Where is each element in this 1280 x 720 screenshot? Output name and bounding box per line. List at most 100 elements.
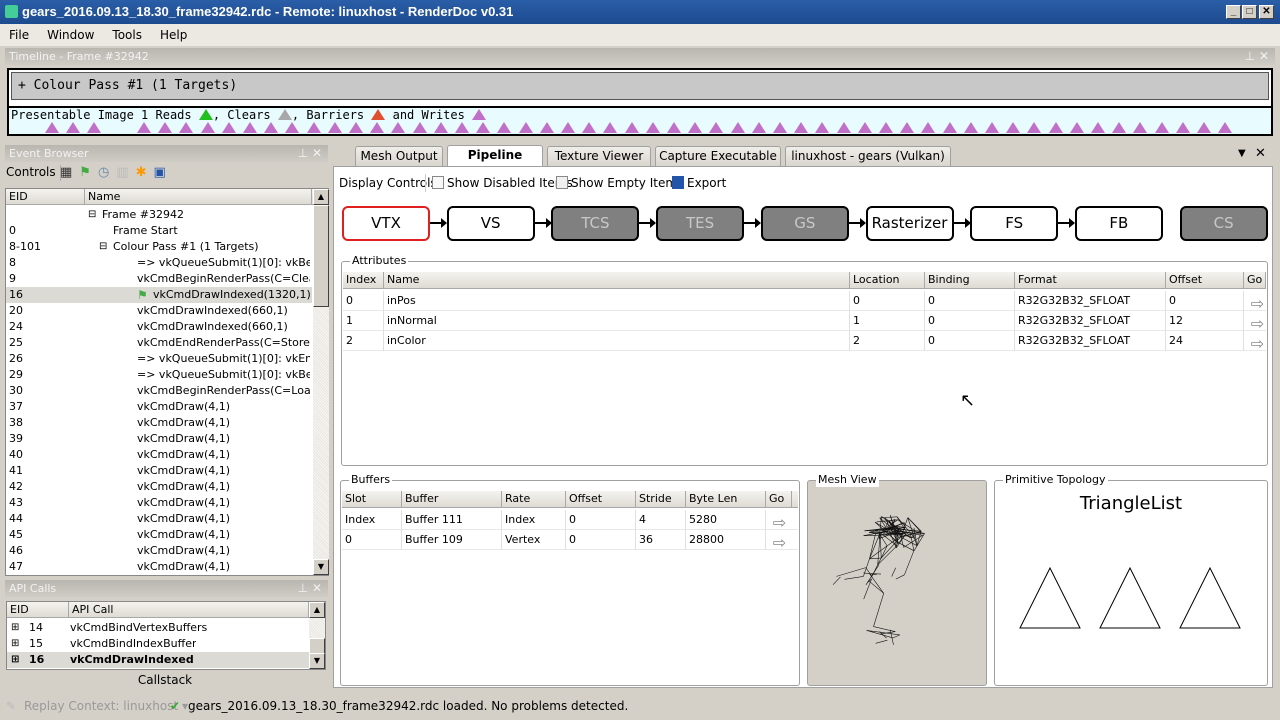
minimize-button[interactable]: _: [1226, 5, 1241, 19]
scroll-up-button[interactable]: ▲: [313, 189, 329, 205]
replay-context-dropdown[interactable]: Replay Context: linuxhost ▾: [24, 696, 188, 716]
stage-vs[interactable]: VS: [446, 206, 535, 241]
attribute-col-location[interactable]: Location: [850, 272, 925, 289]
expand-toggle-icon[interactable]: ⊞: [11, 620, 19, 636]
api-scrollbar[interactable]: ▲ ▼: [309, 602, 325, 669]
scroll-down-button[interactable]: ▼: [313, 559, 329, 575]
dock-buttons[interactable]: ⊥ ✕: [298, 145, 322, 162]
columns-icon[interactable]: ▥: [116, 165, 135, 180]
expand-toggle-icon[interactable]: ⊟: [99, 239, 107, 255]
event-row[interactable]: 16 ⚑ vkCmdDrawIndexed(1320,1): [6, 287, 312, 303]
save-icon[interactable]: ▣: [154, 165, 173, 180]
event-row[interactable]: 29 => vkQueueSubmit(1)[0]: vkBegi...: [6, 367, 312, 383]
attribute-row[interactable]: 1 inNormal 1 0 R32G32B32_SFLOAT 12 ⇨: [343, 311, 1266, 333]
find-icon[interactable]: ▦: [60, 165, 79, 180]
buffer-col-byte-len[interactable]: Byte Len: [686, 491, 766, 508]
event-row[interactable]: 45 vkCmdDraw(4,1): [6, 527, 312, 543]
buffer-row[interactable]: Index Buffer 111 Index 0 4 5280 ⇨: [342, 510, 798, 532]
event-row[interactable]: 40 vkCmdDraw(4,1): [6, 447, 312, 463]
buffer-col-rate[interactable]: Rate: [502, 491, 566, 508]
event-row[interactable]: 26 => vkQueueSubmit(1)[0]: vkEnd...: [6, 351, 312, 367]
event-row[interactable]: 25 vkCmdEndRenderPass(C=Store, ...: [6, 335, 312, 351]
event-row[interactable]: 30 vkCmdBeginRenderPass(C=Load, ...: [6, 383, 312, 399]
stage-tcs[interactable]: TCS: [551, 206, 640, 241]
dock-buttons[interactable]: ⊥ ✕: [1245, 48, 1269, 65]
event-row[interactable]: 8-101 ⊟ Colour Pass #1 (1 Targets): [6, 239, 312, 255]
event-row[interactable]: 46 vkCmdDraw(4,1): [6, 543, 312, 559]
scroll-thumb[interactable]: [313, 205, 329, 307]
column-eid[interactable]: EID: [7, 602, 69, 618]
tab-pipeline-state[interactable]: Pipeline State: [447, 145, 543, 181]
attribute-col-name[interactable]: Name: [384, 272, 850, 289]
scroll-down-button[interactable]: ▼: [309, 653, 325, 669]
event-row[interactable]: 24 vkCmdDrawIndexed(660,1): [6, 319, 312, 335]
column-eid[interactable]: EID: [6, 189, 85, 205]
menu-tools[interactable]: Tools: [103, 24, 151, 42]
event-row[interactable]: 47 vkCmdDraw(4,1): [6, 559, 312, 575]
timeline-bar[interactable]: + Colour Pass #1 (1 Targets) Presentable…: [7, 68, 1273, 136]
expand-toggle-icon[interactable]: ⊞: [11, 652, 19, 668]
api-call-row[interactable]: ⊞ 14 vkCmdBindVertexBuffers: [7, 620, 309, 636]
event-row[interactable]: 20 vkCmdDrawIndexed(660,1): [6, 303, 312, 319]
menu-window[interactable]: Window: [38, 24, 103, 42]
scroll-up-button[interactable]: ▲: [309, 602, 325, 618]
buffer-col-offset[interactable]: Offset: [566, 491, 636, 508]
stage-gs[interactable]: GS: [760, 206, 849, 241]
expand-toggle-icon[interactable]: ⊞: [11, 636, 19, 652]
go-arrow-icon[interactable]: ⇨: [768, 533, 788, 553]
attribute-col-go[interactable]: Go: [1244, 272, 1266, 289]
buffer-col-slot[interactable]: Slot: [342, 491, 402, 508]
api-call-row[interactable]: ⊞ 16 vkCmdDrawIndexed: [7, 652, 309, 668]
event-row[interactable]: 41 vkCmdDraw(4,1): [6, 463, 312, 479]
event-row[interactable]: 9 vkCmdBeginRenderPass(C=Clear,...: [6, 271, 312, 287]
stage-tes[interactable]: TES: [656, 206, 745, 241]
attribute-row[interactable]: 0 inPos 0 0 R32G32B32_SFLOAT 0 ⇨: [343, 291, 1266, 313]
event-row[interactable]: 8 => vkQueueSubmit(1)[0]: vkBegi...: [6, 255, 312, 271]
show-disabled-button[interactable]: Show Disabled Items: [425, 174, 573, 192]
expand-toggle-icon[interactable]: ⊟: [88, 207, 96, 223]
event-row[interactable]: 43 vkCmdDraw(4,1): [6, 495, 312, 511]
go-arrow-icon[interactable]: ⇨: [1246, 334, 1266, 354]
tab-capture-executable[interactable]: Capture Executable: [655, 146, 781, 166]
stage-fb[interactable]: FB: [1074, 206, 1163, 241]
tab-linuxhost-gears[interactable]: linuxhost - gears (Vulkan): [785, 146, 951, 166]
menu-file[interactable]: File: [0, 24, 38, 42]
event-row[interactable]: 0 Frame Start: [6, 223, 312, 239]
close-tab-icon[interactable]: ✕: [1255, 146, 1266, 161]
attribute-col-format[interactable]: Format: [1015, 272, 1166, 289]
timeline-pass[interactable]: + Colour Pass #1 (1 Targets): [11, 72, 1269, 100]
menu-help[interactable]: Help: [151, 24, 196, 42]
stage-cs[interactable]: CS: [1179, 206, 1268, 241]
export-button[interactable]: Export: [672, 174, 726, 192]
show-empty-button[interactable]: Show Empty Items: [556, 174, 683, 192]
attribute-col-binding[interactable]: Binding: [925, 272, 1015, 289]
api-call-row[interactable]: ⊞ 15 vkCmdBindIndexBuffer: [7, 636, 309, 652]
buffer-col-go[interactable]: Go: [766, 491, 792, 508]
event-row[interactable]: ⊟ Frame #32942: [6, 207, 312, 223]
event-row[interactable]: 44 vkCmdDraw(4,1): [6, 511, 312, 527]
star-icon[interactable]: ✱: [136, 165, 154, 180]
tab-texture-viewer[interactable]: Texture Viewer: [547, 146, 651, 166]
attribute-col-offset[interactable]: Offset: [1166, 272, 1244, 289]
maximize-button[interactable]: □: [1242, 5, 1257, 19]
event-row[interactable]: 39 vkCmdDraw(4,1): [6, 431, 312, 447]
stage-vtx[interactable]: VTX: [342, 206, 430, 241]
column-name[interactable]: Name: [85, 189, 312, 205]
close-button[interactable]: ✕: [1259, 5, 1274, 19]
tab-mesh-output[interactable]: Mesh Output: [355, 146, 443, 166]
event-row[interactable]: 38 vkCmdDraw(4,1): [6, 415, 312, 431]
time-icon[interactable]: ◷: [98, 165, 116, 180]
stage-rasterizer[interactable]: Rasterizer: [865, 206, 954, 241]
column-api-call[interactable]: API Call: [69, 602, 309, 618]
stage-fs[interactable]: FS: [970, 206, 1059, 241]
scroll-thumb[interactable]: [309, 638, 325, 654]
bookmark-icon[interactable]: ⚑: [79, 165, 98, 180]
dock-buttons[interactable]: ⊥ ✕: [298, 580, 322, 597]
event-row[interactable]: 37 vkCmdDraw(4,1): [6, 399, 312, 415]
attribute-col-index[interactable]: Index: [343, 272, 384, 289]
buffer-col-buffer[interactable]: Buffer: [402, 491, 502, 508]
callstack-button[interactable]: Callstack: [6, 673, 324, 687]
attribute-row[interactable]: 2 inColor 2 0 R32G32B32_SFLOAT 24 ⇨: [343, 331, 1266, 354]
bookmark-icon[interactable]: ⚑: [137, 287, 148, 303]
tab-list-dropdown-icon[interactable]: ▼: [1238, 148, 1246, 159]
